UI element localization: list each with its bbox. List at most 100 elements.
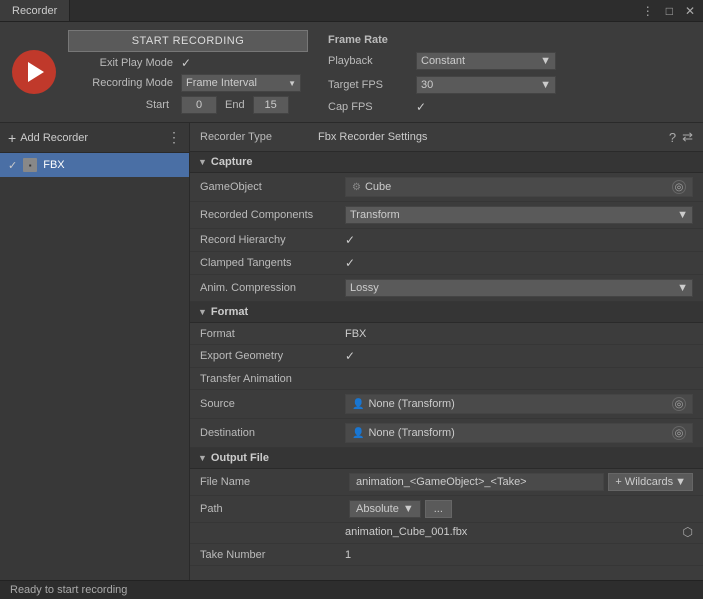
status-text: Ready to start recording bbox=[10, 584, 127, 596]
path-value-text: animation_Cube_001.fbx bbox=[345, 526, 679, 538]
plus-icon: + bbox=[8, 130, 16, 146]
export-geometry-row: Export Geometry ✓ bbox=[190, 345, 703, 368]
capture-title: Capture bbox=[211, 156, 253, 168]
file-name-input[interactable] bbox=[349, 473, 604, 491]
add-recorder-button[interactable]: + Add Recorder bbox=[8, 130, 167, 146]
target-fps-arrow: ▼ bbox=[540, 79, 551, 91]
browse-button[interactable]: ... bbox=[425, 500, 452, 518]
gameobject-field[interactable]: ⚙ Cube ◎ bbox=[345, 177, 693, 197]
recording-mode-dropdown[interactable]: Frame Interval ▼ bbox=[181, 74, 301, 92]
exit-play-mode-row: Exit Play Mode ✓ bbox=[68, 56, 308, 70]
end-field[interactable] bbox=[253, 96, 289, 114]
wildcards-button[interactable]: + Wildcards ▼ bbox=[608, 473, 693, 491]
output-file-title: Output File bbox=[211, 452, 269, 464]
top-controls: START RECORDING Exit Play Mode ✓ Recordi… bbox=[0, 22, 703, 123]
destination-pick-btn[interactable]: ◎ bbox=[672, 426, 686, 440]
tab-maximize-btn[interactable]: □ bbox=[662, 2, 677, 20]
take-number-label: Take Number bbox=[200, 549, 345, 561]
export-geometry-check[interactable]: ✓ bbox=[345, 349, 355, 363]
anim-compression-value: Lossy ▼ bbox=[345, 279, 693, 297]
end-label: End bbox=[225, 99, 245, 111]
format-row: Format FBX bbox=[190, 323, 703, 345]
frame-rate-title: Frame Rate bbox=[328, 34, 556, 46]
start-end-row: Start End bbox=[68, 96, 308, 114]
recording-mode-arrow: ▼ bbox=[288, 79, 296, 88]
record-hierarchy-value: ✓ bbox=[345, 233, 693, 247]
open-path-icon[interactable]: ⬡ bbox=[683, 525, 693, 539]
wildcards-arrow: ▼ bbox=[675, 476, 686, 488]
play-section: START RECORDING Exit Play Mode ✓ Recordi… bbox=[12, 30, 308, 114]
format-value: FBX bbox=[345, 328, 693, 340]
playback-label: Playback bbox=[328, 55, 408, 67]
clamped-tangents-label: Clamped Tangents bbox=[200, 257, 345, 269]
capture-arrow-icon: ▼ bbox=[198, 157, 207, 167]
transfer-animation-row: Transfer Animation bbox=[190, 368, 703, 390]
cap-fps-row: Cap FPS ✓ bbox=[328, 100, 556, 114]
play-button[interactable] bbox=[12, 50, 56, 94]
gameobject-icon: ⚙ bbox=[352, 182, 361, 193]
clamped-tangents-row: Clamped Tangents ✓ bbox=[190, 252, 703, 275]
take-number-row: Take Number 1 bbox=[190, 544, 703, 566]
recorder-type-value: Fbx Recorder Settings bbox=[318, 131, 661, 143]
recorder-type-label: Recorder Type bbox=[200, 131, 310, 143]
tab-actions: ⋮ □ ✕ bbox=[638, 0, 703, 21]
destination-field[interactable]: 👤 None (Transform) ◎ bbox=[345, 423, 693, 443]
record-hierarchy-check[interactable]: ✓ bbox=[345, 233, 355, 247]
recording-mode-row: Recording Mode Frame Interval ▼ bbox=[68, 74, 308, 92]
destination-icon: 👤 bbox=[352, 428, 364, 439]
recorder-menu-icon[interactable]: ⋮ bbox=[167, 129, 181, 146]
tab-label: Recorder bbox=[12, 5, 57, 17]
source-pick-btn[interactable]: ◎ bbox=[672, 397, 686, 411]
tab-close-btn[interactable]: ✕ bbox=[681, 2, 699, 20]
file-name-label: File Name bbox=[200, 476, 345, 488]
format-title: Format bbox=[211, 306, 248, 318]
destination-value: 👤 None (Transform) ◎ bbox=[345, 423, 693, 443]
left-panel-header: + Add Recorder ⋮ bbox=[0, 123, 189, 153]
capture-section-header[interactable]: ▼ Capture bbox=[190, 152, 703, 173]
playback-dropdown[interactable]: Constant ▼ bbox=[416, 52, 556, 70]
gameobject-label: GameObject bbox=[200, 181, 345, 193]
frame-rate-section: Frame Rate Playback Constant ▼ Target FP… bbox=[328, 30, 556, 114]
recording-mode-label: Recording Mode bbox=[68, 77, 173, 89]
destination-label: Destination bbox=[200, 427, 345, 439]
recorded-components-dropdown[interactable]: Transform ▼ bbox=[345, 206, 693, 224]
start-field[interactable] bbox=[181, 96, 217, 114]
fbx-check: ✓ bbox=[8, 159, 17, 172]
playback-arrow: ▼ bbox=[540, 55, 551, 67]
start-recording-button[interactable]: START RECORDING bbox=[68, 30, 308, 52]
header-icons: ? ⇄ bbox=[669, 129, 693, 145]
target-fps-dropdown[interactable]: 30 ▼ bbox=[416, 76, 556, 94]
exit-play-mode-check[interactable]: ✓ bbox=[181, 56, 191, 70]
fbx-name: FBX bbox=[43, 159, 64, 171]
help-icon[interactable]: ? bbox=[669, 130, 676, 145]
take-number-value: 1 bbox=[345, 549, 693, 561]
tab-menu-btn[interactable]: ⋮ bbox=[638, 2, 658, 20]
source-value: 👤 None (Transform) ◎ bbox=[345, 394, 693, 414]
transfer-animation-label: Transfer Animation bbox=[200, 373, 345, 385]
record-hierarchy-label: Record Hierarchy bbox=[200, 234, 345, 246]
gameobject-value: ⚙ Cube ◎ bbox=[345, 177, 693, 197]
add-recorder-label: Add Recorder bbox=[20, 132, 88, 144]
anim-compression-row: Anim. Compression Lossy ▼ bbox=[190, 275, 703, 302]
output-file-arrow-icon: ▼ bbox=[198, 453, 207, 463]
left-panel: + Add Recorder ⋮ ✓ ▪ FBX bbox=[0, 123, 190, 580]
right-panel: Recorder Type Fbx Recorder Settings ? ⇄ … bbox=[190, 123, 703, 580]
cap-fps-label: Cap FPS bbox=[328, 101, 408, 113]
format-section-header[interactable]: ▼ Format bbox=[190, 302, 703, 323]
source-field[interactable]: 👤 None (Transform) ◎ bbox=[345, 394, 693, 414]
gameobject-pick-btn[interactable]: ◎ bbox=[672, 180, 686, 194]
cap-fps-check[interactable]: ✓ bbox=[416, 100, 426, 114]
fbx-recorder-item[interactable]: ✓ ▪ FBX bbox=[0, 153, 189, 177]
settings-icon[interactable]: ⇄ bbox=[682, 129, 693, 145]
output-file-section-header[interactable]: ▼ Output File bbox=[190, 448, 703, 469]
anim-compression-dropdown[interactable]: Lossy ▼ bbox=[345, 279, 693, 297]
clamped-tangents-check[interactable]: ✓ bbox=[345, 256, 355, 270]
record-hierarchy-row: Record Hierarchy ✓ bbox=[190, 229, 703, 252]
path-type-dropdown[interactable]: Absolute ▼ bbox=[349, 500, 421, 518]
start-label: Start bbox=[68, 99, 173, 111]
right-panel-header: Recorder Type Fbx Recorder Settings ? ⇄ bbox=[190, 123, 703, 152]
target-fps-label: Target FPS bbox=[328, 79, 408, 91]
recorder-tab[interactable]: Recorder bbox=[0, 0, 70, 21]
middle-section: + Add Recorder ⋮ ✓ ▪ FBX Recorder Type F… bbox=[0, 123, 703, 580]
file-name-row: File Name + Wildcards ▼ bbox=[190, 469, 703, 496]
